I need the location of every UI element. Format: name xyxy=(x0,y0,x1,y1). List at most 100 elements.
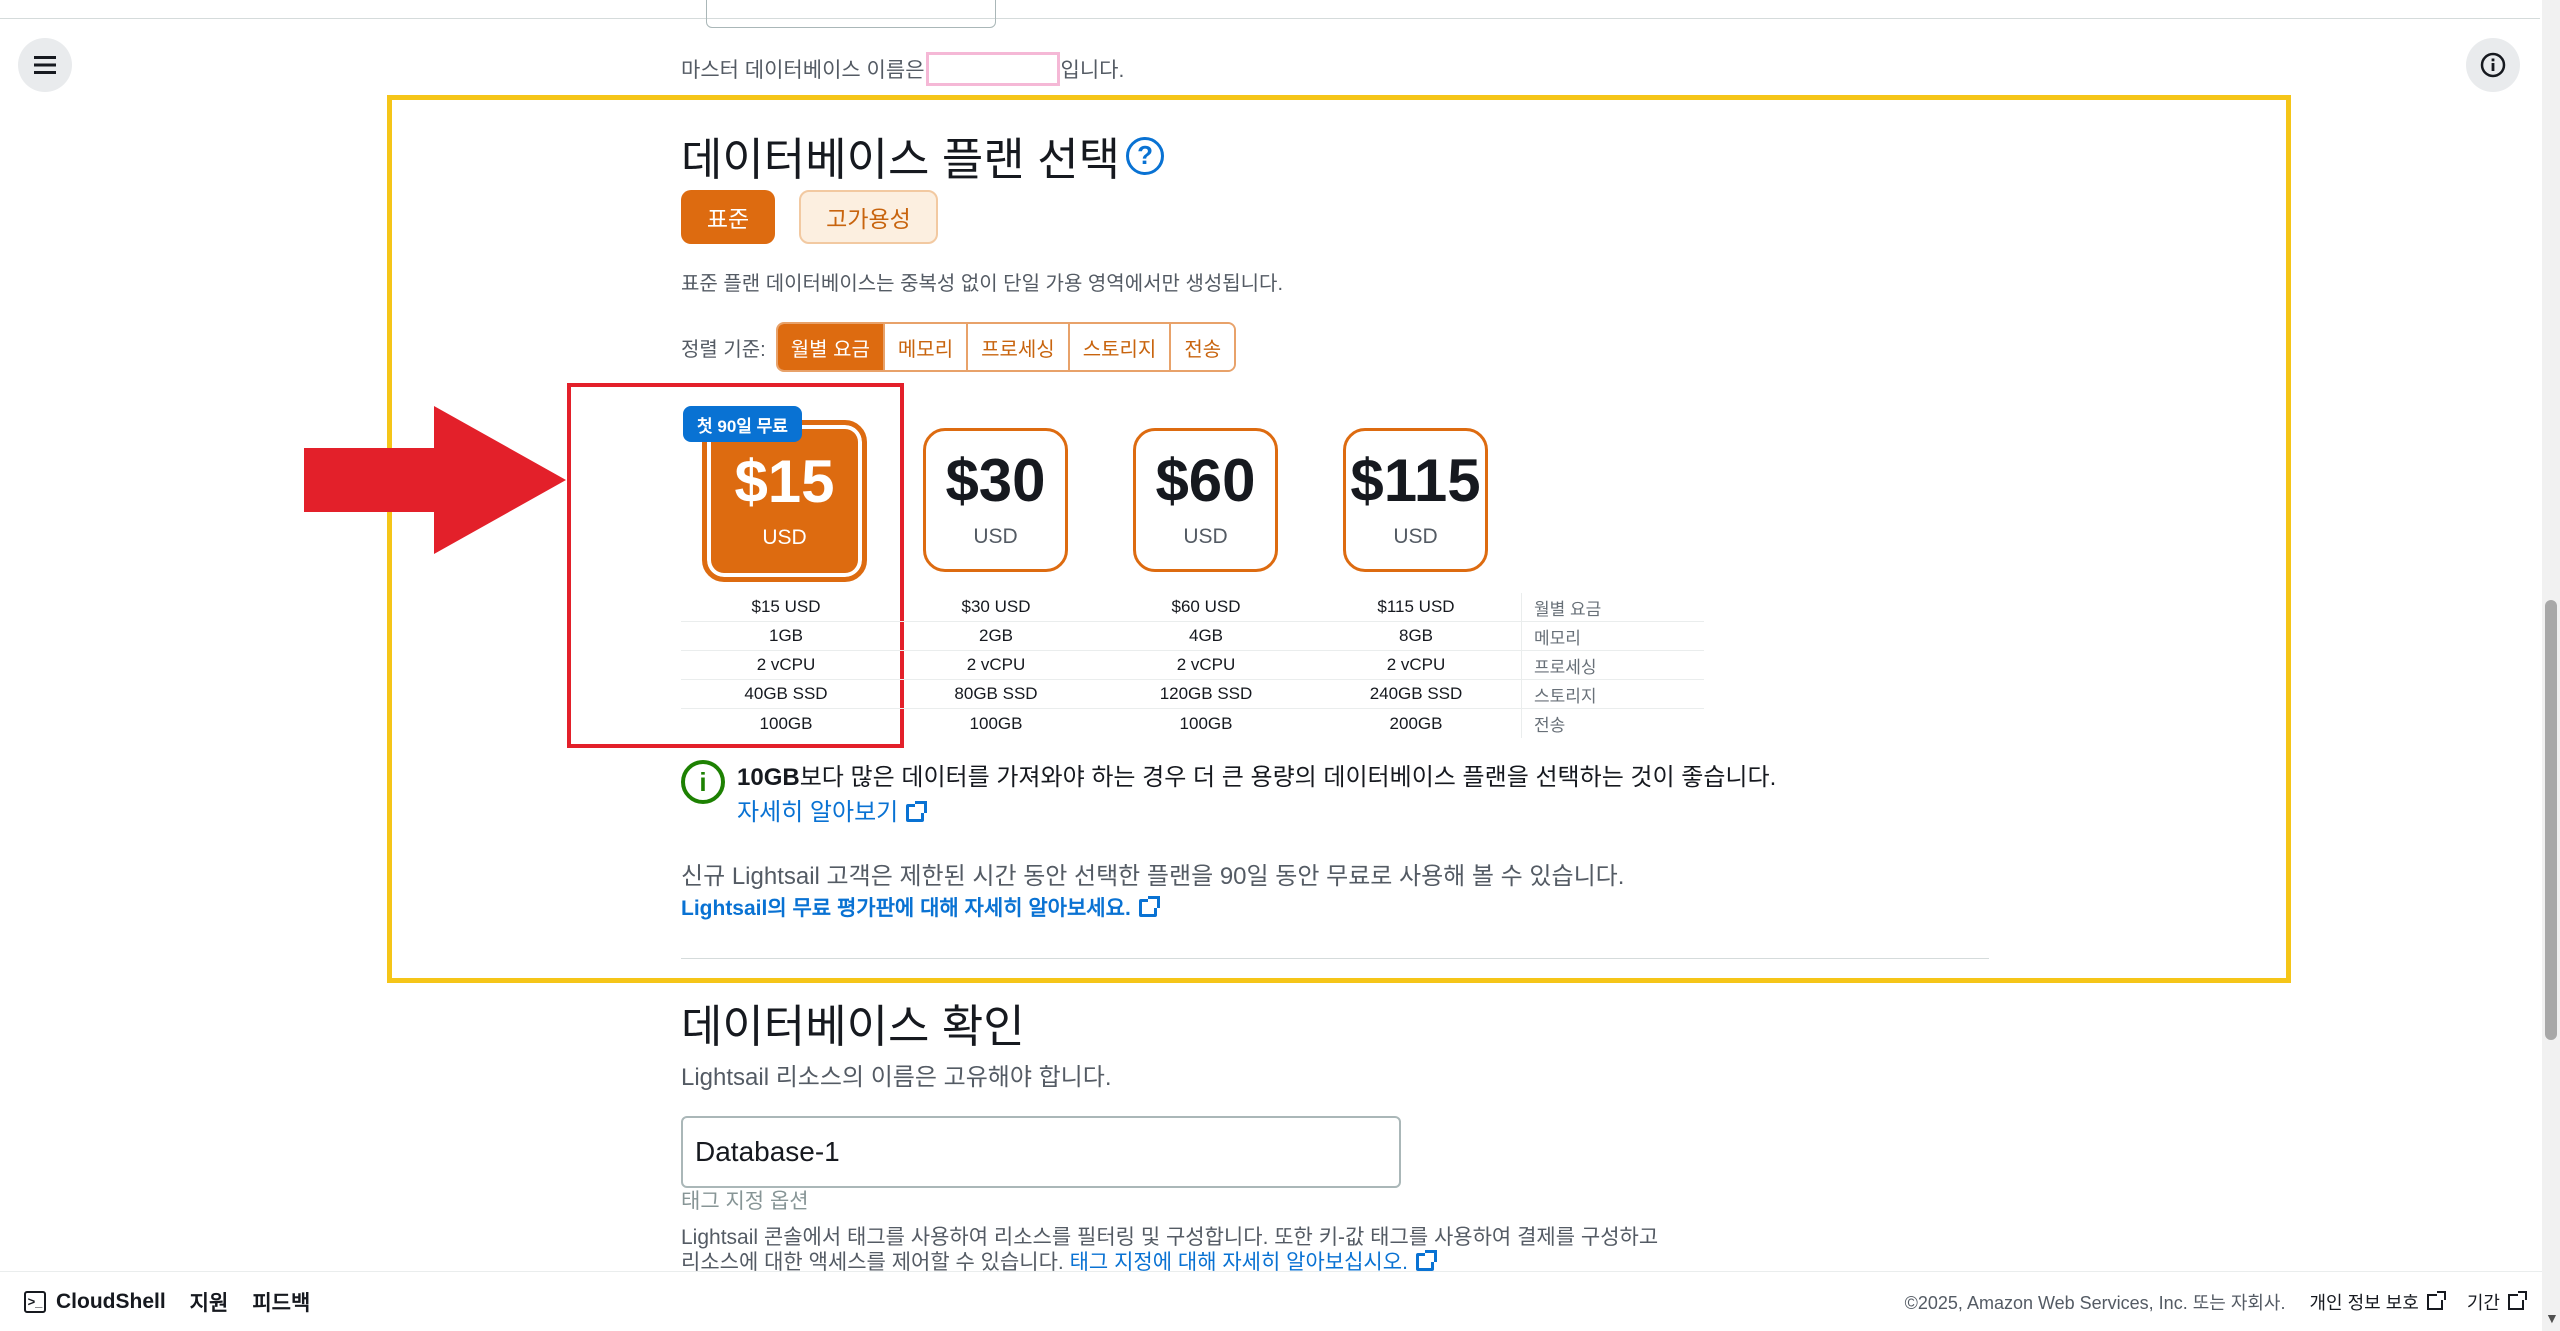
external-link-icon xyxy=(1138,896,1160,917)
free-tier-link-text: Lightsail의 무료 평가판에 대해 자세히 알아보세요. xyxy=(681,897,1131,920)
plan-title-text: 데이터베이스 플랜 선택 xyxy=(681,134,1121,185)
tag-description: Lightsail 콘솔에서 태그를 사용하여 리소스를 필터링 및 구성합니다… xyxy=(681,1225,1681,1271)
plan-price: $30 xyxy=(945,447,1046,514)
spec-cell: 200GB xyxy=(1389,713,1443,733)
spec-cell: 8GB xyxy=(1398,626,1434,645)
menu-icon xyxy=(34,56,56,74)
spec-cell: 80GB SSD xyxy=(954,684,1038,703)
footer-left: >_ CloudShell 지원 피드백 xyxy=(0,1287,310,1317)
cloudshell-button[interactable]: >_ CloudShell xyxy=(24,1290,166,1314)
spec-row-transfer: 100GB 100GB 100GB 200GB 전송 xyxy=(681,709,1704,738)
copyright-text: ©2025, Amazon Web Services, Inc. 또는 자회사. xyxy=(1904,1292,2286,1313)
terms-link[interactable]: 기간 xyxy=(2466,1289,2527,1315)
previous-input-edge[interactable] xyxy=(706,0,996,28)
sort-option-monthly-price[interactable]: 월별 요금 xyxy=(777,324,883,370)
alert-body: 보다 많은 데이터를 가져와야 하는 경우 더 큰 용량의 데이터베이스 플랜을… xyxy=(799,764,1777,791)
confirm-section-title: 데이터베이스 확인 xyxy=(681,1001,1025,1052)
cloudshell-label: CloudShell xyxy=(56,1289,166,1313)
plan-card-15[interactable]: $15 USD xyxy=(702,420,867,582)
feedback-link[interactable]: 피드백 xyxy=(252,1287,310,1317)
privacy-label: 개인 정보 보호 xyxy=(2309,1292,2419,1313)
sort-row: 정렬 기준: 월별 요금 메모리 프로세싱 스토리지 전송 xyxy=(681,322,1237,372)
plan-price: $60 xyxy=(1155,447,1256,514)
master-name-note: 마스터 데이터베이스 이름은 입니다. xyxy=(681,52,1124,86)
spec-row-label: 전송 xyxy=(1521,709,1704,738)
info-panel-button[interactable] xyxy=(2466,38,2520,92)
alert-bold: 10GB xyxy=(737,764,800,791)
sort-segmented-control: 월별 요금 메모리 프로세싱 스토리지 전송 xyxy=(775,322,1237,372)
plan-card-30[interactable]: $30 USD xyxy=(923,428,1068,572)
free-tier-link[interactable]: Lightsail의 무료 평가판에 대해 자세히 알아보세요. xyxy=(681,892,1160,922)
scroll-down-icon[interactable]: ▼ xyxy=(2545,1310,2559,1326)
spec-row-label: 프로세싱 xyxy=(1521,651,1704,679)
sort-option-processing[interactable]: 프로세싱 xyxy=(966,324,1068,370)
spec-row-label: 스토리지 xyxy=(1521,680,1704,708)
spec-cell: 2 vCPU xyxy=(1386,655,1446,674)
sort-option-storage[interactable]: 스토리지 xyxy=(1067,324,1170,370)
spec-cell: 2 vCPU xyxy=(756,655,816,674)
master-note-suffix: 입니다. xyxy=(1060,59,1125,82)
sort-option-memory[interactable]: 메모리 xyxy=(882,324,967,370)
spec-cell: 240GB SSD xyxy=(1369,684,1463,703)
spec-cell: 1GB xyxy=(768,626,804,645)
spec-cell: $60 USD xyxy=(1171,597,1241,616)
plan-section-title: 데이터베이스 플랜 선택 ? xyxy=(681,123,1165,188)
learn-more-text: 자세히 알아보기 xyxy=(737,799,899,826)
plan-price: $115 xyxy=(1350,447,1481,514)
plan-card-60[interactable]: $60 USD xyxy=(1133,428,1278,572)
learn-more-link[interactable]: 자세히 알아보기 xyxy=(737,799,928,826)
plan-price: $15 xyxy=(734,448,835,515)
external-link-icon xyxy=(2426,1290,2446,1310)
spec-cell: 100GB xyxy=(1179,713,1233,733)
external-link-icon xyxy=(906,801,928,822)
external-link-icon xyxy=(1415,1250,1437,1271)
plan-type-standard-button[interactable]: 표준 xyxy=(681,190,775,244)
section-divider xyxy=(681,958,1989,959)
menu-button[interactable] xyxy=(18,38,72,92)
plan-currency: USD xyxy=(1393,525,1438,548)
tag-link-text: 태그 지정에 대해 자세히 알아보십시오. xyxy=(1069,1251,1408,1271)
spec-cell: 2 vCPU xyxy=(1176,655,1236,674)
footer: >_ CloudShell 지원 피드백 ©2025, Amazon Web S… xyxy=(0,1271,2542,1331)
plan-card-115[interactable]: $115 USD xyxy=(1343,428,1488,572)
help-icon[interactable]: ? xyxy=(1126,136,1165,175)
arrow-icon xyxy=(304,406,566,554)
alert-text: 10GB보다 많은 데이터를 가져와야 하는 경우 더 큰 용량의 데이터베이스… xyxy=(737,760,1776,830)
spec-row-processing: 2 vCPU 2 vCPU 2 vCPU 2 vCPU 프로세싱 xyxy=(681,651,1704,680)
info-icon xyxy=(2480,52,2506,78)
info-alert: i 10GB보다 많은 데이터를 가져와야 하는 경우 더 큰 용량의 데이터베… xyxy=(681,760,1776,830)
spec-cell: 120GB SSD xyxy=(1159,684,1253,703)
free-trial-badge: 첫 90일 무료 xyxy=(683,406,802,442)
footer-right: ©2025, Amazon Web Services, Inc. 또는 자회사.… xyxy=(1904,1289,2527,1315)
confirm-description: Lightsail 리소스의 이름은 고유해야 합니다. xyxy=(681,1064,1112,1091)
plan-type-high-availability-button[interactable]: 고가용성 xyxy=(799,190,938,244)
sort-option-transfer[interactable]: 전송 xyxy=(1169,324,1235,370)
plan-spec-table: $15 USD $30 USD $60 USD $115 USD 월별 요금 1… xyxy=(681,593,1704,738)
scrollbar-thumb[interactable] xyxy=(2545,600,2557,1040)
spec-row-label: 메모리 xyxy=(1521,622,1704,650)
external-link-icon xyxy=(2508,1290,2527,1310)
spec-cell: $15 USD xyxy=(751,597,821,616)
spec-cell: 100GB xyxy=(759,713,813,733)
terms-label: 기간 xyxy=(2466,1292,2500,1313)
terminal-icon: >_ xyxy=(24,1290,46,1313)
spec-cell: 40GB SSD xyxy=(744,684,828,703)
spec-cell: $115 USD xyxy=(1377,597,1455,616)
top-edge xyxy=(0,0,2540,19)
support-link[interactable]: 지원 xyxy=(190,1287,229,1317)
plan-description: 표준 플랜 데이터베이스는 중복성 없이 단일 가용 영역에서만 생성됩니다. xyxy=(681,273,1284,295)
database-name-input[interactable] xyxy=(681,1116,1401,1188)
masked-username xyxy=(925,52,1060,86)
master-note-prefix: 마스터 데이터베이스 이름은 xyxy=(681,59,925,82)
spec-row-monthly: $15 USD $30 USD $60 USD $115 USD 월별 요금 xyxy=(681,593,1704,622)
spec-cell: 100GB xyxy=(969,713,1023,733)
sort-label: 정렬 기준: xyxy=(681,338,766,361)
free-tier-note: 신규 Lightsail 고객은 제한된 시간 동안 선택한 플랜을 90일 동… xyxy=(681,863,1625,890)
privacy-link[interactable]: 개인 정보 보호 xyxy=(2309,1289,2446,1315)
spec-cell: 2GB xyxy=(978,626,1014,645)
spec-row-memory: 1GB 2GB 4GB 8GB 메모리 xyxy=(681,622,1704,651)
spec-row-label: 월별 요금 xyxy=(1521,593,1704,621)
tag-learn-more-link[interactable]: 태그 지정에 대해 자세히 알아보십시오. xyxy=(1069,1250,1437,1271)
plan-currency: USD xyxy=(973,525,1018,548)
spec-row-storage: 40GB SSD 80GB SSD 120GB SSD 240GB SSD 스토… xyxy=(681,680,1704,709)
